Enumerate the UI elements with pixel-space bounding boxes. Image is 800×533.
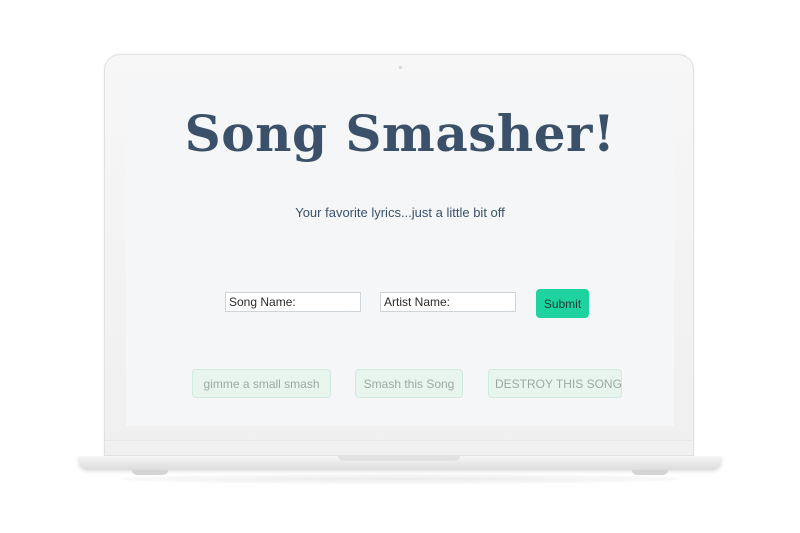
laptop-foot-left bbox=[132, 470, 168, 475]
page-tagline: Your favorite lyrics...just a little bit… bbox=[295, 205, 505, 220]
camera-icon bbox=[399, 66, 402, 69]
smash-song-button[interactable]: Smash this Song bbox=[355, 369, 463, 398]
page-title: Song Smasher! bbox=[184, 104, 616, 163]
laptop-shadow bbox=[120, 474, 680, 484]
destroy-song-button[interactable]: DESTROY THIS SONG bbox=[488, 369, 622, 398]
laptop-chin bbox=[105, 440, 693, 455]
song-name-input[interactable] bbox=[225, 292, 361, 312]
laptop-base bbox=[78, 456, 722, 470]
laptop-mockup: Song Smasher! Your favorite lyrics...jus… bbox=[0, 0, 800, 533]
submit-button[interactable]: Submit bbox=[536, 289, 589, 318]
small-smash-button[interactable]: gimme a small smash bbox=[192, 369, 331, 398]
laptop-foot-right bbox=[632, 470, 668, 475]
laptop-notch bbox=[338, 456, 460, 461]
app-screen: Song Smasher! Your favorite lyrics...jus… bbox=[126, 82, 674, 426]
artist-name-input[interactable] bbox=[380, 292, 516, 312]
